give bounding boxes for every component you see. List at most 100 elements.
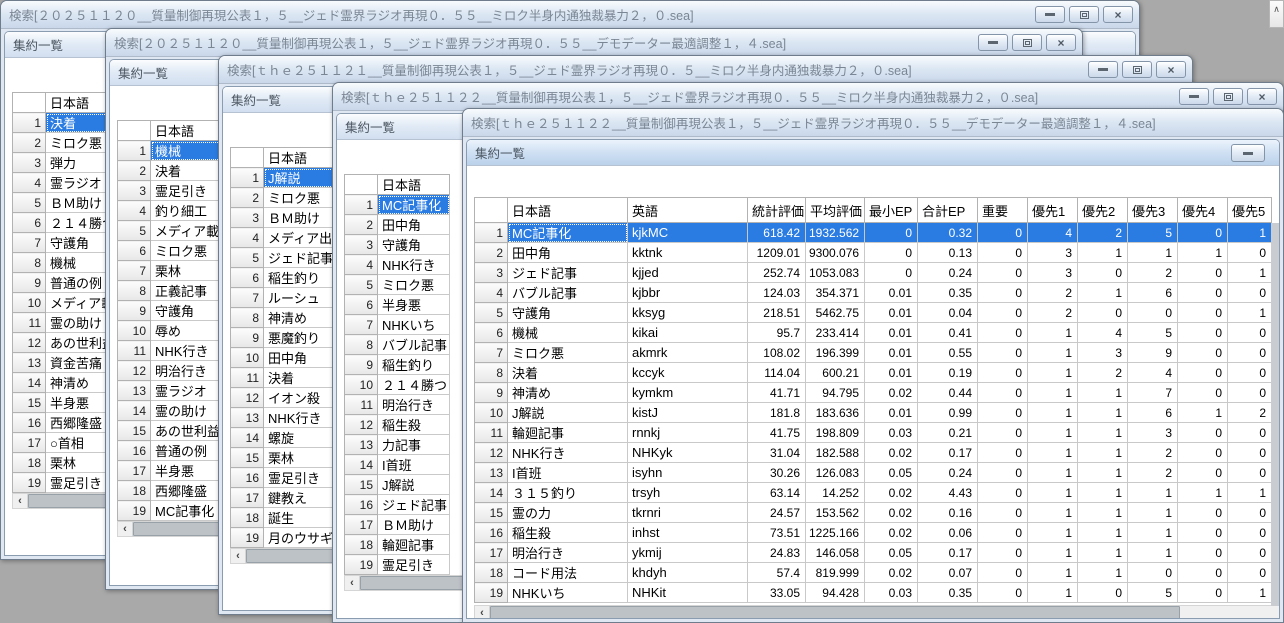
list-row[interactable]: 19霊足引き: [345, 555, 450, 575]
list-row[interactable]: 1機械: [118, 141, 223, 161]
row-number[interactable]: 17: [231, 488, 264, 508]
row-number[interactable]: 2: [475, 243, 508, 263]
row-number[interactable]: 8: [118, 281, 151, 301]
row-number[interactable]: 10: [345, 375, 378, 395]
list-row[interactable]: 14神清め: [13, 373, 118, 393]
row-number[interactable]: 19: [13, 473, 46, 493]
scrollbar-track[interactable]: [490, 606, 1280, 619]
list-row[interactable]: 14I首班: [345, 455, 450, 475]
list-row[interactable]: 7栗林: [118, 261, 223, 281]
list-row[interactable]: 13NHK行き: [231, 408, 336, 428]
row-number[interactable]: 4: [231, 228, 264, 248]
row-number[interactable]: 9: [345, 355, 378, 375]
row-number[interactable]: 3: [475, 263, 508, 283]
row-number[interactable]: 14: [475, 483, 508, 503]
minimize-button[interactable]: [1179, 88, 1209, 105]
row-number[interactable]: 16: [118, 441, 151, 461]
maximize-button[interactable]: [1069, 6, 1099, 23]
list-row[interactable]: 12イオン殺: [231, 388, 336, 408]
row-number[interactable]: 2: [13, 133, 46, 153]
table-row[interactable]: 8決着kccyk114.04600.210.010.19012400: [475, 363, 1272, 383]
list-row[interactable]: 18誕生: [231, 508, 336, 528]
list-row[interactable]: 1MC記事化: [345, 195, 450, 215]
row-number[interactable]: 11: [231, 368, 264, 388]
list-row[interactable]: 2決着: [118, 161, 223, 181]
row-number[interactable]: 15: [13, 393, 46, 413]
list-row[interactable]: 14螺旋: [231, 428, 336, 448]
row-number[interactable]: 16: [231, 468, 264, 488]
row-number[interactable]: 15: [118, 421, 151, 441]
list-row[interactable]: 11NHK行き: [118, 341, 223, 361]
scrollbar-track[interactable]: [360, 576, 473, 590]
list-row[interactable]: 16西郷隆盛: [13, 413, 118, 433]
list-row[interactable]: 17○首相: [13, 433, 118, 453]
row-number[interactable]: 2: [231, 188, 264, 208]
row-number[interactable]: 6: [13, 213, 46, 233]
list-row[interactable]: 4霊ラジオ: [13, 173, 118, 193]
row-number[interactable]: 4: [13, 173, 46, 193]
row-number[interactable]: 10: [475, 403, 508, 423]
column-header[interactable]: 優先1: [1028, 198, 1078, 223]
row-number[interactable]: 12: [345, 415, 378, 435]
column-header[interactable]: 重要: [978, 198, 1028, 223]
list-row[interactable]: 15あの世利益: [118, 421, 223, 441]
row-number[interactable]: 13: [13, 353, 46, 373]
list-row[interactable]: 9普通の例: [13, 273, 118, 293]
table-row[interactable]: 18コード用法khdyh57.4819.9990.020.07011000: [475, 563, 1272, 583]
close-button[interactable]: ×: [1103, 6, 1133, 23]
maximize-button[interactable]: [1213, 88, 1243, 105]
scroll-left-button[interactable]: ‹: [231, 549, 246, 563]
column-header[interactable]: 合計EP: [918, 198, 978, 223]
list-row[interactable]: 3霊足引き: [118, 181, 223, 201]
scrollbar-thumb[interactable]: [360, 576, 464, 590]
scroll-left-button[interactable]: ‹: [118, 522, 133, 536]
table-row[interactable]: 11輪廻記事rnnkj41.75198.8090.030.21011300: [475, 423, 1272, 443]
row-number[interactable]: 1: [118, 141, 151, 161]
list-row[interactable]: 8機械: [13, 253, 118, 273]
list-row[interactable]: 2ミロク悪: [231, 188, 336, 208]
row-number[interactable]: 5: [345, 275, 378, 295]
row-number[interactable]: 14: [231, 428, 264, 448]
list-row[interactable]: 12明治行き: [118, 361, 223, 381]
list-row[interactable]: 2田中角: [345, 215, 450, 235]
table-row[interactable]: 7ミロク悪akmrk108.02196.3990.010.55013900: [475, 343, 1272, 363]
column-header[interactable]: 日本語: [378, 175, 450, 195]
vertical-scrollbar[interactable]: [1271, 223, 1280, 619]
row-number[interactable]: 7: [13, 233, 46, 253]
row-number[interactable]: 8: [13, 253, 46, 273]
window-titlebar[interactable]: 検索[２０２５１１２０__質量制御再現公表１，５__ジェド霊界ラジオ再現０．５５…: [1, 1, 1139, 29]
list-row[interactable]: 17半身悪: [118, 461, 223, 481]
row-number[interactable]: 12: [118, 361, 151, 381]
row-number[interactable]: 18: [475, 563, 508, 583]
column-header[interactable]: 日本語: [264, 148, 336, 168]
list-row[interactable]: 4釣り細工: [118, 201, 223, 221]
list-row[interactable]: 16ジェド記事: [345, 495, 450, 515]
row-number[interactable]: 17: [475, 543, 508, 563]
row-number[interactable]: 7: [345, 315, 378, 335]
list-row[interactable]: 10田中角: [231, 348, 336, 368]
list-row[interactable]: 7NHKいち: [345, 315, 450, 335]
column-header[interactable]: 優先4: [1178, 198, 1228, 223]
table-row[interactable]: 19NHKいちNHKit33.0594.4280.030.35010501: [475, 583, 1272, 603]
scroll-left-button[interactable]: ‹: [475, 606, 490, 619]
list-row[interactable]: 5ＢＭ助け: [13, 193, 118, 213]
row-number[interactable]: 14: [345, 455, 378, 475]
table-row[interactable]: 2田中角kktnk1209.019300.07600.13031110: [475, 243, 1272, 263]
table-row[interactable]: 17明治行きykmij24.83146.0580.050.17011100: [475, 543, 1272, 563]
list-row[interactable]: 18栗林: [13, 453, 118, 473]
list-row[interactable]: 4NHK行き: [345, 255, 450, 275]
row-number[interactable]: 17: [13, 433, 46, 453]
list-row[interactable]: 14霊の助け: [118, 401, 223, 421]
row-number[interactable]: 1: [13, 113, 46, 133]
row-number[interactable]: 9: [231, 328, 264, 348]
row-number[interactable]: 18: [13, 453, 46, 473]
minimize-button[interactable]: [1035, 6, 1065, 23]
table-row[interactable]: 12NHK行きNHKyk31.04182.5880.020.17011200: [475, 443, 1272, 463]
column-header[interactable]: 最小EP: [865, 198, 918, 223]
scroll-left-button[interactable]: ‹: [13, 494, 28, 508]
row-number[interactable]: 3: [13, 153, 46, 173]
list-row[interactable]: 16霊足引き: [231, 468, 336, 488]
row-number[interactable]: 13: [345, 435, 378, 455]
list-row[interactable]: 1J解説: [231, 168, 336, 188]
list-row[interactable]: 9守護角: [118, 301, 223, 321]
